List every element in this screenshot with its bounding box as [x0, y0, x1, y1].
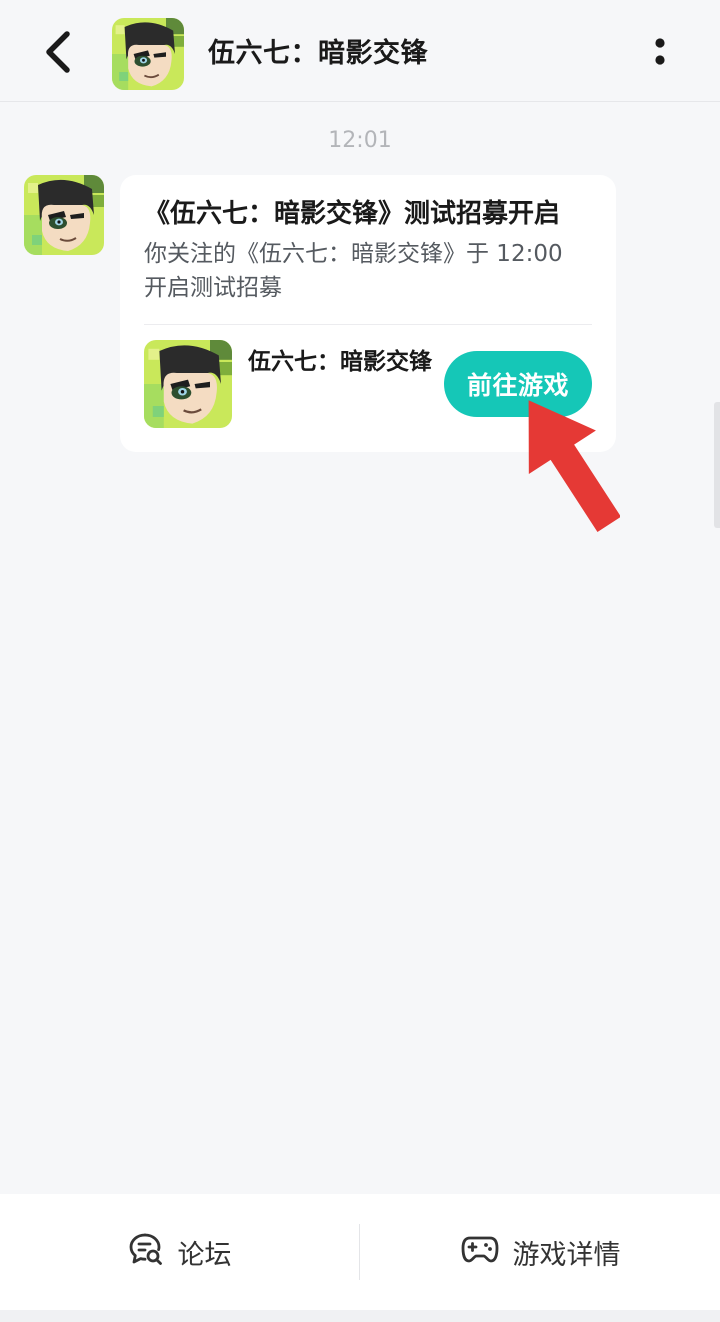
- page-title: 伍六七：暗影交锋: [208, 38, 428, 69]
- forum-tab-label: 论坛: [177, 1239, 232, 1271]
- sender-avatar[interactable]: [24, 175, 104, 255]
- game-avatar[interactable]: [112, 18, 184, 90]
- more-options-button[interactable]: [636, 30, 684, 78]
- edge-scroll-handle[interactable]: [714, 402, 720, 528]
- game-name: 伍六七：暗影交锋: [248, 349, 432, 375]
- more-vertical-icon: [653, 37, 667, 71]
- gamepad-icon: [461, 1234, 499, 1271]
- message-body: 你关注的《伍六七：暗影交锋》于 12:00 开启测试招募: [144, 241, 563, 301]
- bottom-edge: [0, 1310, 720, 1322]
- top-app-bar: 伍六七：暗影交锋: [0, 0, 720, 102]
- forum-chat-icon: [128, 1231, 164, 1274]
- game-detail-tab-label: 游戏详情: [512, 1239, 621, 1271]
- annotation-arrow: [528, 400, 620, 533]
- card-divider: [144, 324, 592, 325]
- bottom-divider: [359, 1224, 360, 1280]
- back-button[interactable]: [28, 26, 88, 82]
- message-timestamp: 12:01: [328, 128, 392, 153]
- chevron-left-icon: [43, 30, 73, 78]
- bottom-bar: 论坛 游戏详情: [0, 1194, 720, 1310]
- game-detail-tab[interactable]: 游戏详情: [361, 1194, 720, 1310]
- message-title: 《伍六七：暗影交锋》测试招募开启: [144, 199, 561, 229]
- forum-tab[interactable]: 论坛: [0, 1194, 359, 1310]
- game-icon[interactable]: [144, 340, 232, 428]
